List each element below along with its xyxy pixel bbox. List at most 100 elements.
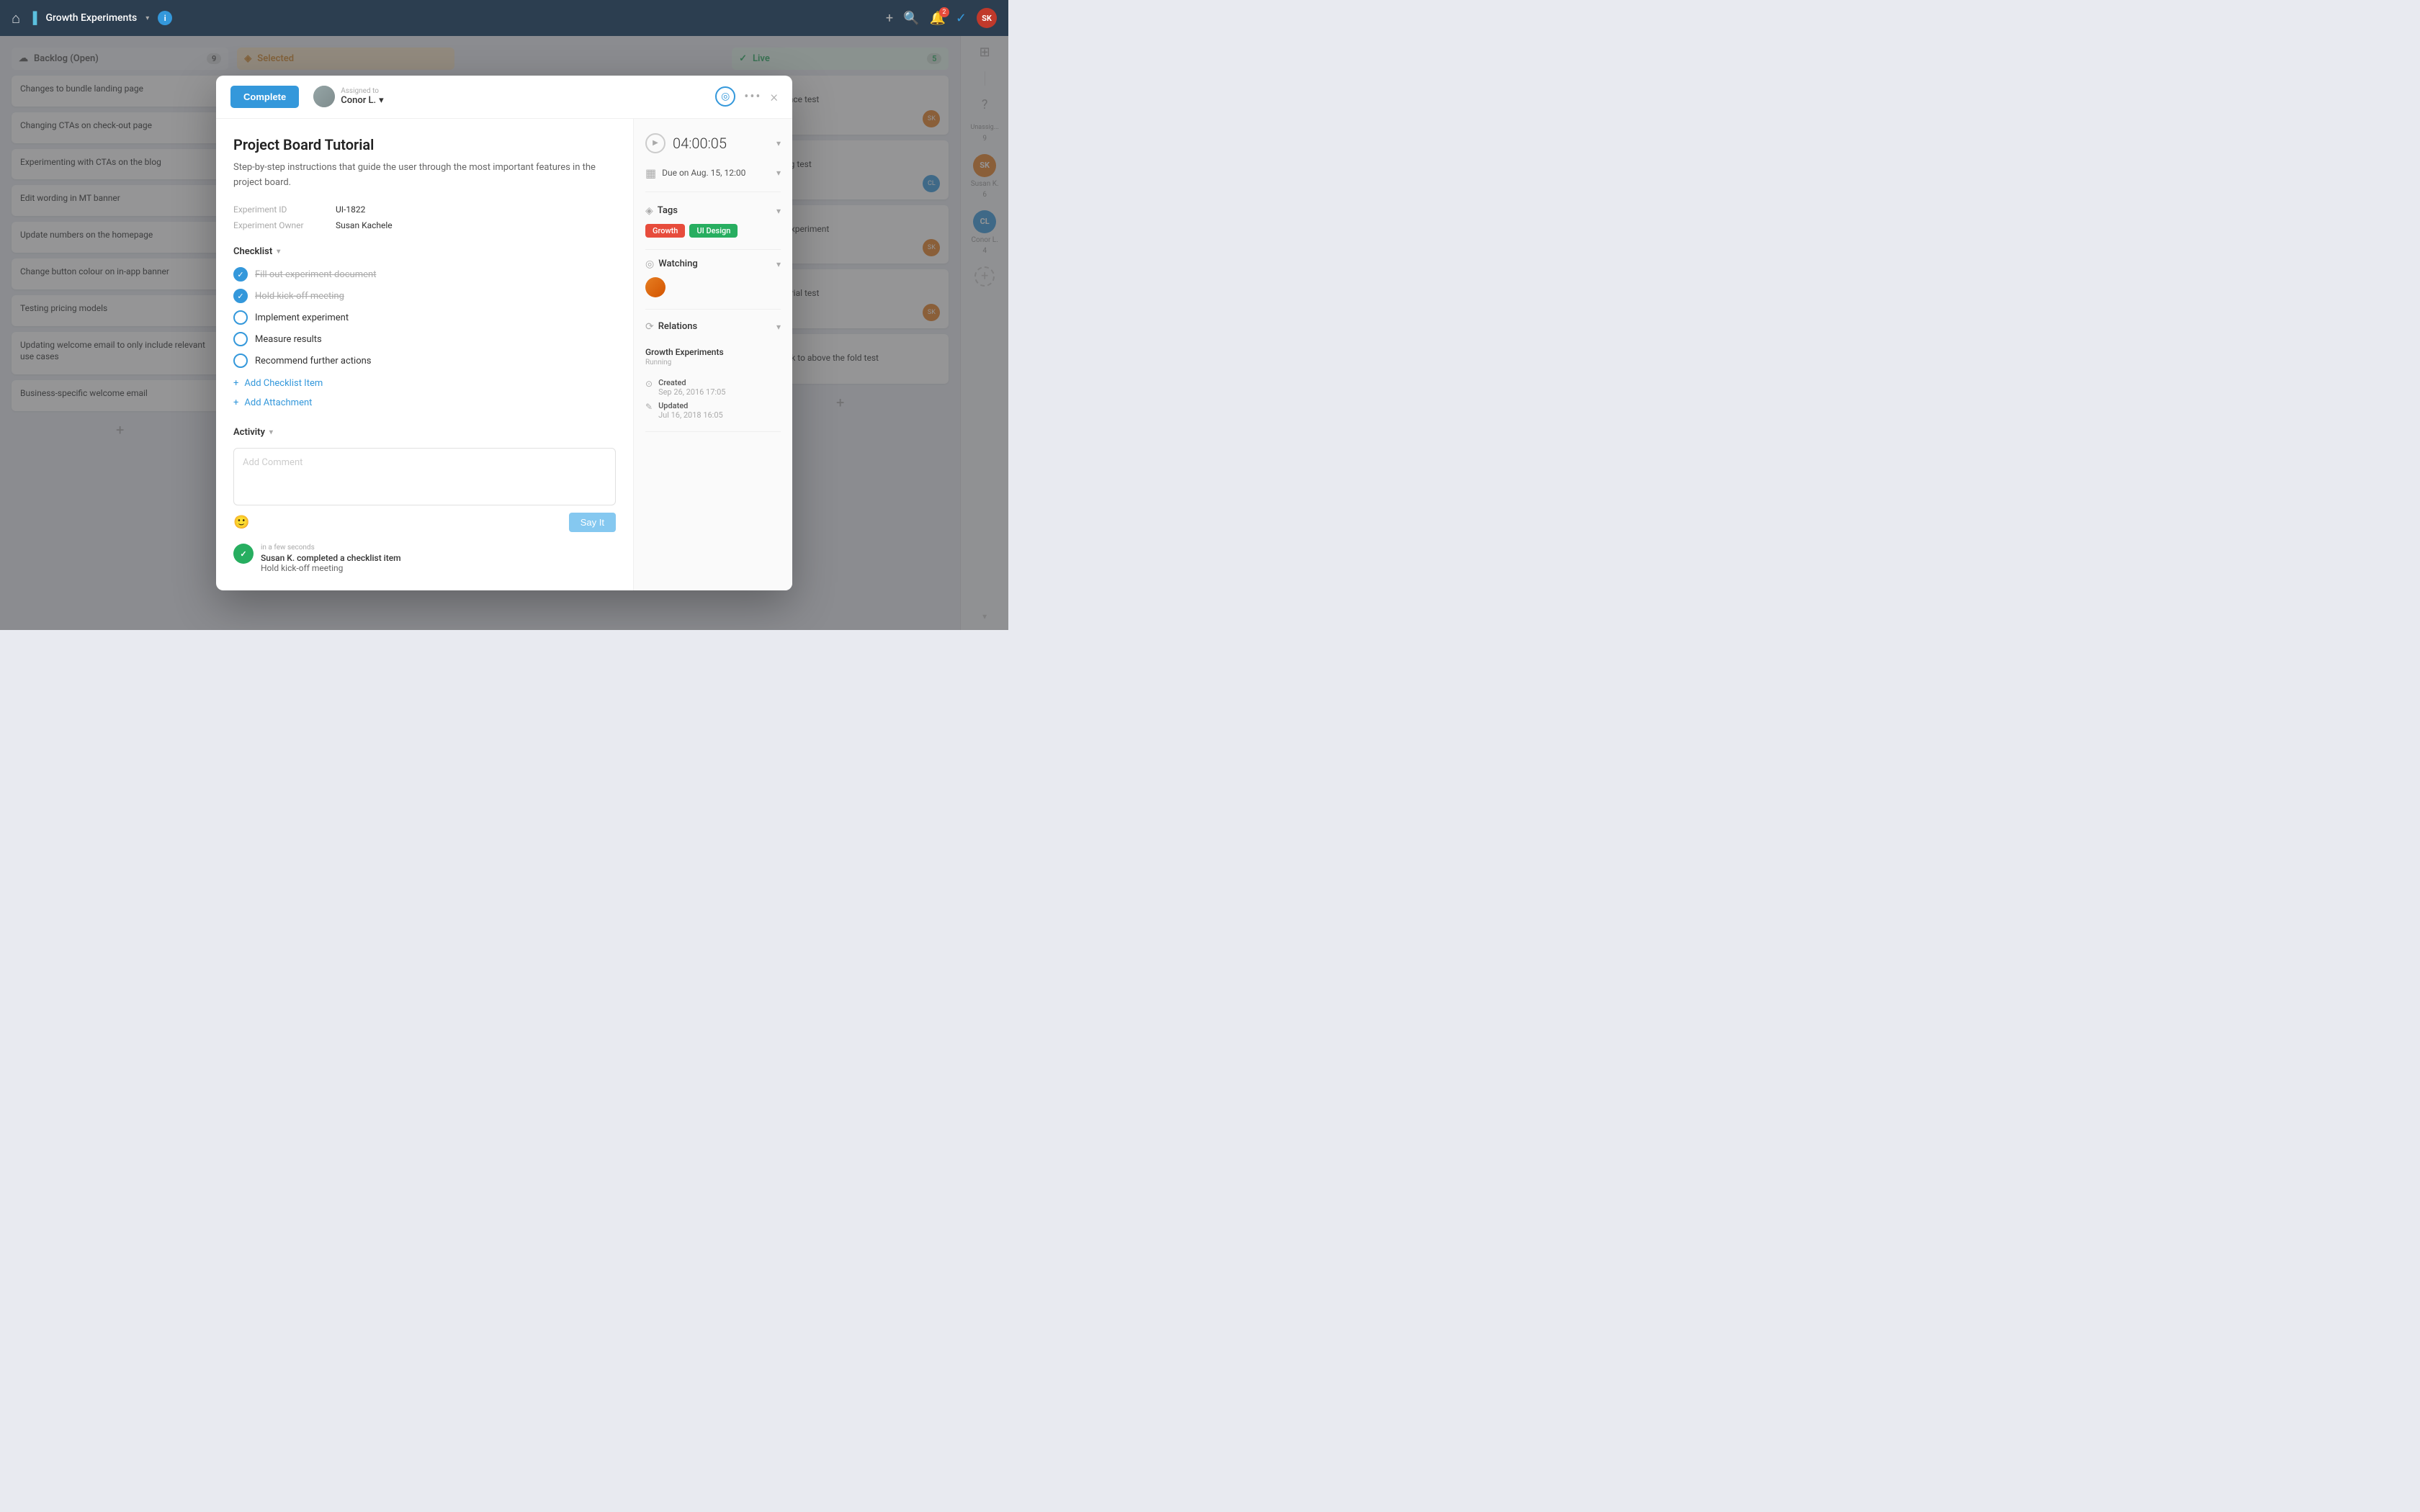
tags-section: ◈ Tags ▾ Growth UI Design xyxy=(645,205,781,238)
complete-button[interactable]: Complete xyxy=(230,86,299,108)
project-chart-icon: ▐ xyxy=(29,11,37,25)
created-content: Created Sep 26, 2016 17:05 xyxy=(658,378,725,397)
experiment-id-value: UI-1822 xyxy=(336,204,616,215)
more-options-button[interactable]: ••• xyxy=(744,89,761,104)
due-date-text[interactable]: Due on Aug. 15, 12:00 xyxy=(662,168,771,178)
check-circle-5[interactable] xyxy=(233,354,248,368)
watching-avatar xyxy=(645,277,666,297)
modal-top-bar: Complete Assigned to Conor L. ▾ ◎ xyxy=(216,76,792,119)
created-updated: ⊙ Created Sep 26, 2016 17:05 ✎ xyxy=(645,372,781,420)
assignee-avatar-image xyxy=(313,86,335,107)
watch-button[interactable]: ◎ xyxy=(715,86,735,107)
activity-item-name: Hold kick-off meeting xyxy=(261,563,401,573)
comment-input[interactable]: Add Comment xyxy=(233,448,616,505)
relations-item: Growth Experiments Running ⊙ Created Sep… xyxy=(645,340,781,432)
relations-project-name: Growth Experiments xyxy=(645,347,781,357)
watching-label: Watching xyxy=(658,258,772,269)
checklist-item-5: Recommend further actions xyxy=(233,354,616,368)
project-dropdown-icon[interactable]: ▾ xyxy=(145,14,149,22)
relations-section: ⟳ Relations ▾ Growth Experiments Running… xyxy=(645,321,781,432)
checklist-item-1: Fill out experiment document xyxy=(233,267,616,282)
add-icon: + xyxy=(233,378,238,389)
tags-icon: ◈ xyxy=(645,205,653,217)
relations-icon: ⟳ xyxy=(645,321,654,333)
assignee-chevron-icon: ▾ xyxy=(379,95,384,106)
watching-header[interactable]: ◎ Watching ▾ xyxy=(645,258,781,270)
comment-placeholder: Add Comment xyxy=(243,457,302,468)
activity-avatar: ✓ xyxy=(233,544,254,564)
modal-overlay[interactable]: Complete Assigned to Conor L. ▾ ◎ xyxy=(0,36,1008,630)
relations-expand-icon[interactable]: ▾ xyxy=(776,322,781,332)
home-icon[interactable]: ⌂ xyxy=(12,9,20,27)
checklist-items: Fill out experiment document Hold kick-o… xyxy=(233,267,616,368)
due-expand-icon[interactable]: ▾ xyxy=(776,168,781,178)
created-label: Created xyxy=(658,378,725,387)
activity-toggle-icon: ▾ xyxy=(269,428,273,436)
checklist-item-2: Hold kick-off meeting xyxy=(233,289,616,303)
assignee-name[interactable]: Conor L. ▾ xyxy=(341,95,383,106)
project-name[interactable]: Growth Experiments xyxy=(45,12,137,24)
check-circle-4[interactable] xyxy=(233,332,248,346)
check-circle-3[interactable] xyxy=(233,310,248,325)
attachment-add-icon: + xyxy=(233,397,238,408)
say-it-button[interactable]: Say It xyxy=(569,513,616,532)
checklist-label: Checklist xyxy=(233,246,272,257)
due-date-icon: ▦ xyxy=(645,166,656,180)
checklist-item-4: Measure results xyxy=(233,332,616,346)
emoji-button[interactable]: 🙂 xyxy=(233,515,249,530)
checklist-text-3: Implement experiment xyxy=(255,312,349,323)
close-button[interactable]: × xyxy=(771,88,778,105)
checklist-item-3: Implement experiment xyxy=(233,310,616,325)
activity-header[interactable]: Activity ▾ xyxy=(233,427,616,438)
checklist-text-4: Measure results xyxy=(255,334,322,345)
activity-content: in a few seconds Susan K. completed a ch… xyxy=(261,544,401,573)
created-item: ⊙ Created Sep 26, 2016 17:05 xyxy=(645,378,781,397)
modal-body: Project Board Tutorial Step-by-step inst… xyxy=(216,119,792,591)
modal-assignee: Assigned to Conor L. ▾ xyxy=(313,86,383,107)
user-avatar[interactable]: SK xyxy=(977,8,997,28)
checklist-header[interactable]: Checklist ▾ xyxy=(233,246,616,257)
owner-value: Susan Kachele xyxy=(336,220,616,230)
modal-meta: Experiment ID UI-1822 Experiment Owner S… xyxy=(233,204,616,230)
created-icon: ⊙ xyxy=(645,379,653,389)
watching-expand-icon[interactable]: ▾ xyxy=(776,259,781,269)
timer-play-button[interactable]: ▶ xyxy=(645,133,666,153)
assignee-info: Assigned to Conor L. ▾ xyxy=(341,87,383,106)
add-attachment-button[interactable]: + Add Attachment xyxy=(233,395,616,411)
activity-section: Activity ▾ Add Comment 🙂 Say It ✓ xyxy=(233,427,616,573)
assigned-to-label: Assigned to xyxy=(341,87,383,95)
watching-section: ◎ Watching ▾ xyxy=(645,258,781,310)
checklist-text-1: Fill out experiment document xyxy=(255,269,376,280)
timer-row: ▶ 04:00:05 ▾ xyxy=(645,133,781,153)
relations-project-status: Running xyxy=(645,359,781,366)
nav-actions: + 🔍 🔔 2 ✓ SK xyxy=(886,8,997,28)
timer-value: 04:00:05 xyxy=(673,135,769,152)
tags-header[interactable]: ◈ Tags ▾ xyxy=(645,205,781,217)
check-button[interactable]: ✓ xyxy=(956,11,967,26)
activity-timestamp: in a few seconds xyxy=(261,544,401,552)
updated-label: Updated xyxy=(658,401,723,410)
add-checklist-item-button[interactable]: + Add Checklist Item xyxy=(233,375,616,392)
updated-content: Updated Jul 16, 2018 16:05 xyxy=(658,401,723,420)
modal-description: Step-by-step instructions that guide the… xyxy=(233,161,616,191)
growth-tag[interactable]: Growth xyxy=(645,224,685,238)
ui-design-tag[interactable]: UI Design xyxy=(689,224,738,238)
due-date-row: ▦ Due on Aug. 15, 12:00 ▾ xyxy=(645,166,781,192)
notifications-button[interactable]: 🔔 2 xyxy=(929,11,945,26)
owner-label: Experiment Owner xyxy=(233,220,327,230)
experiment-id-label: Experiment ID xyxy=(233,204,327,215)
checklist-toggle-icon: ▾ xyxy=(277,248,280,256)
relations-header[interactable]: ⟳ Relations ▾ xyxy=(645,321,781,333)
activity-label: Activity xyxy=(233,427,265,438)
check-circle-1[interactable] xyxy=(233,267,248,282)
modal-left-panel: Project Board Tutorial Step-by-step inst… xyxy=(216,119,634,591)
activity-action: Susan K. completed a checklist item xyxy=(261,553,401,563)
add-task-button[interactable]: + xyxy=(886,11,893,26)
tags-expand-icon[interactable]: ▾ xyxy=(776,206,781,216)
relations-label: Relations xyxy=(658,321,772,332)
top-nav: ⌂ ▐ Growth Experiments ▾ i + 🔍 🔔 2 ✓ SK xyxy=(0,0,1008,36)
timer-expand-icon[interactable]: ▾ xyxy=(776,138,781,148)
check-circle-2[interactable] xyxy=(233,289,248,303)
info-icon[interactable]: i xyxy=(158,11,172,25)
search-button[interactable]: 🔍 xyxy=(903,11,919,26)
